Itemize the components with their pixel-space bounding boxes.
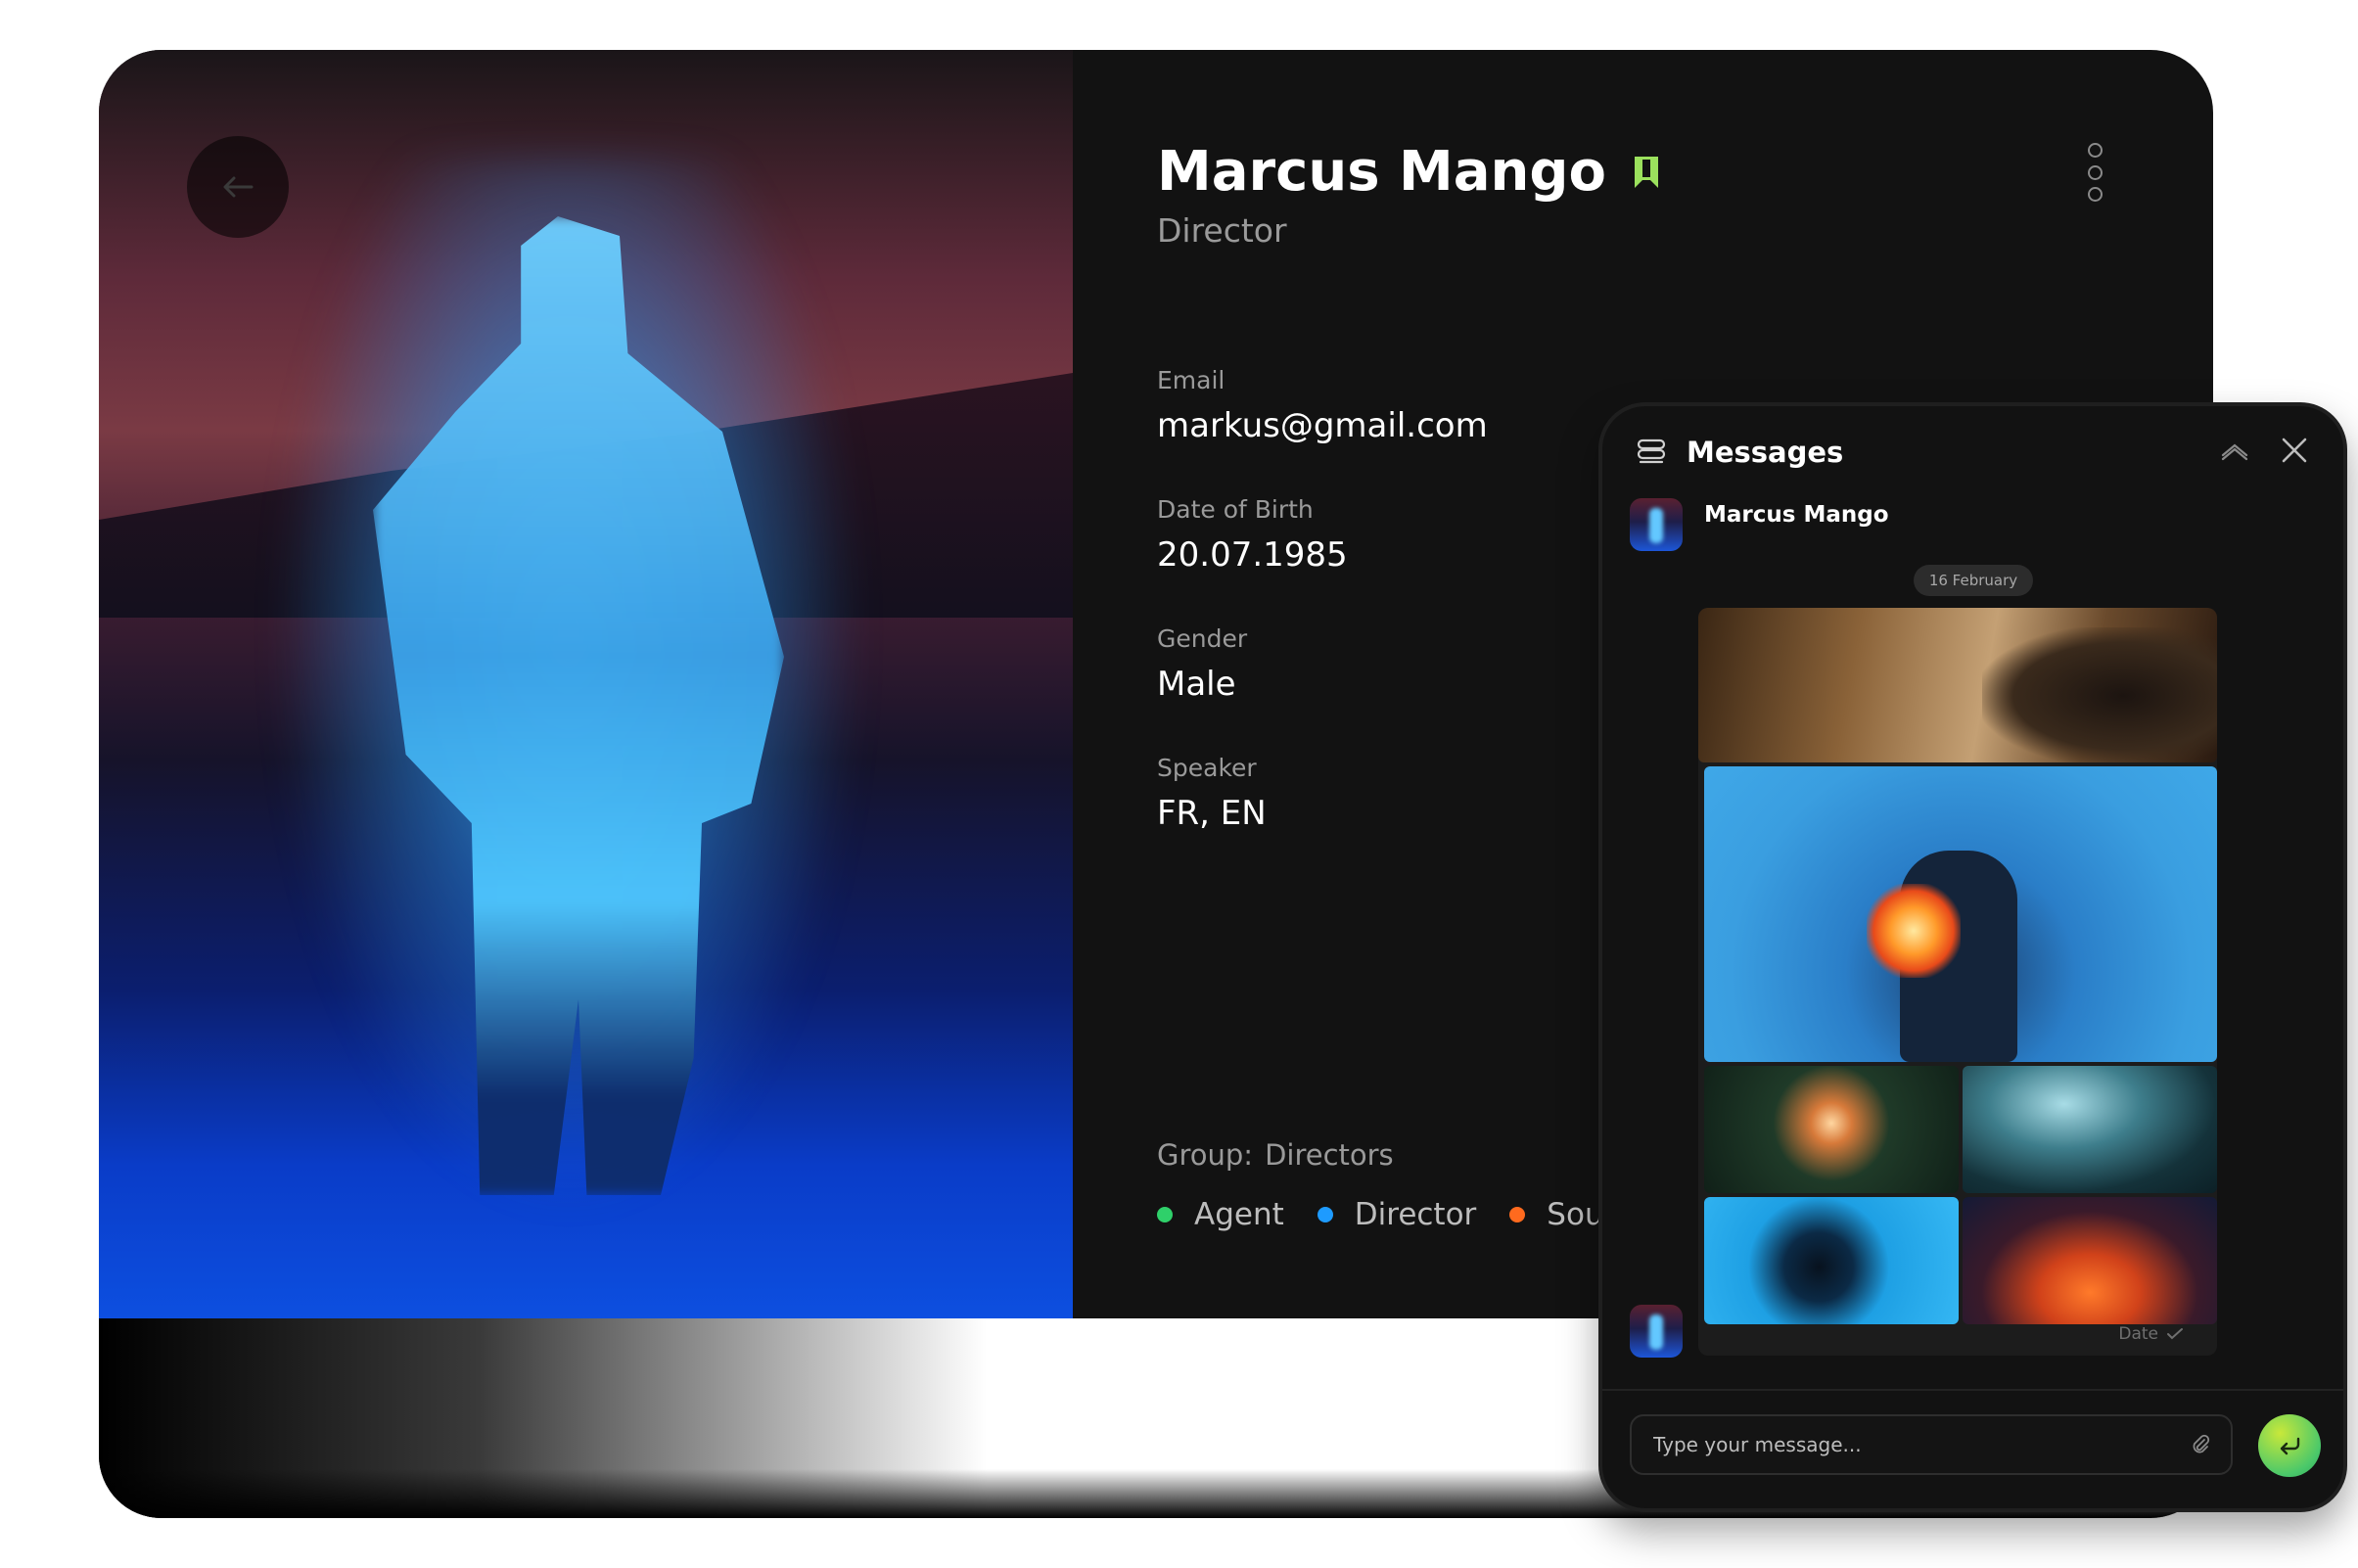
tag-list: Agent Director Sou	[1157, 1197, 1602, 1232]
dob-value: 20.07.1985	[1157, 535, 1348, 575]
close-icon[interactable]	[2278, 434, 2311, 467]
send-button[interactable]	[2258, 1414, 2321, 1477]
tag-label: Agent	[1194, 1197, 1284, 1232]
dob-label: Date of Birth	[1157, 495, 1314, 524]
tag-dot	[1157, 1207, 1173, 1222]
more-vertical-icon[interactable]	[2075, 143, 2114, 202]
profile-photo	[99, 50, 1073, 1318]
group-label: Group:	[1157, 1138, 1254, 1172]
album-photo[interactable]	[1963, 1066, 2217, 1193]
album-photo[interactable]	[1704, 1066, 1959, 1193]
tag-label: Sou	[1547, 1197, 1602, 1232]
messages-header: Messages	[1636, 436, 1843, 469]
email-value: markus@gmail.com	[1157, 406, 1488, 445]
message-date: Date	[2118, 1324, 2158, 1344]
messages-panel: Messages Marcus Mango 16 February Date	[1598, 402, 2347, 1512]
album-photo[interactable]	[1698, 608, 2217, 762]
album-photo[interactable]	[1963, 1197, 2217, 1324]
divider	[1602, 1389, 2343, 1391]
back-button[interactable]	[187, 136, 289, 238]
album-photo[interactable]	[1704, 1197, 1959, 1324]
tag-label: Director	[1354, 1197, 1477, 1232]
chevron-up-icon[interactable]	[2219, 434, 2250, 465]
album-photo[interactable]	[1704, 766, 2217, 1062]
speaker-value: FR, EN	[1157, 794, 1267, 833]
profile-name: Marcus Mango	[1157, 140, 1606, 204]
group-value: Directors	[1265, 1138, 1394, 1172]
tag-sou[interactable]: Sou	[1509, 1197, 1602, 1232]
sender-avatar	[1630, 1305, 1683, 1358]
tag-dot	[1509, 1207, 1526, 1222]
tag-director[interactable]: Director	[1317, 1197, 1477, 1232]
name-row: Marcus Mango	[1157, 140, 1661, 204]
avatar	[1630, 498, 1683, 551]
chat-icon	[1637, 438, 1666, 464]
enter-icon	[2280, 1437, 2300, 1455]
message-meta: Date	[2118, 1324, 2184, 1344]
contact-name: Marcus Mango	[1704, 502, 1889, 528]
gender-value: Male	[1157, 665, 1236, 704]
date-separator: 16 February	[1914, 565, 2033, 596]
contact-row[interactable]: Marcus Mango	[1630, 498, 1889, 551]
message-input[interactable]	[1651, 1432, 2190, 1457]
paperclip-icon[interactable]	[2190, 1434, 2211, 1455]
tag-agent[interactable]: Agent	[1157, 1197, 1284, 1232]
speaker-label: Speaker	[1157, 754, 1257, 782]
photo-album-message: Date	[1698, 608, 2217, 1356]
messages-title: Messages	[1687, 436, 1844, 469]
tag-dot	[1317, 1207, 1333, 1222]
profile-role: Director	[1157, 211, 1287, 250]
check-icon	[2167, 1328, 2183, 1340]
message-input-box[interactable]	[1630, 1414, 2233, 1475]
email-label: Email	[1157, 366, 1225, 394]
arrow-left-icon	[223, 176, 254, 198]
gender-label: Gender	[1157, 624, 1248, 653]
group-row: Group: Directors	[1157, 1138, 1394, 1172]
bookmark-icon[interactable]	[1632, 154, 1661, 191]
